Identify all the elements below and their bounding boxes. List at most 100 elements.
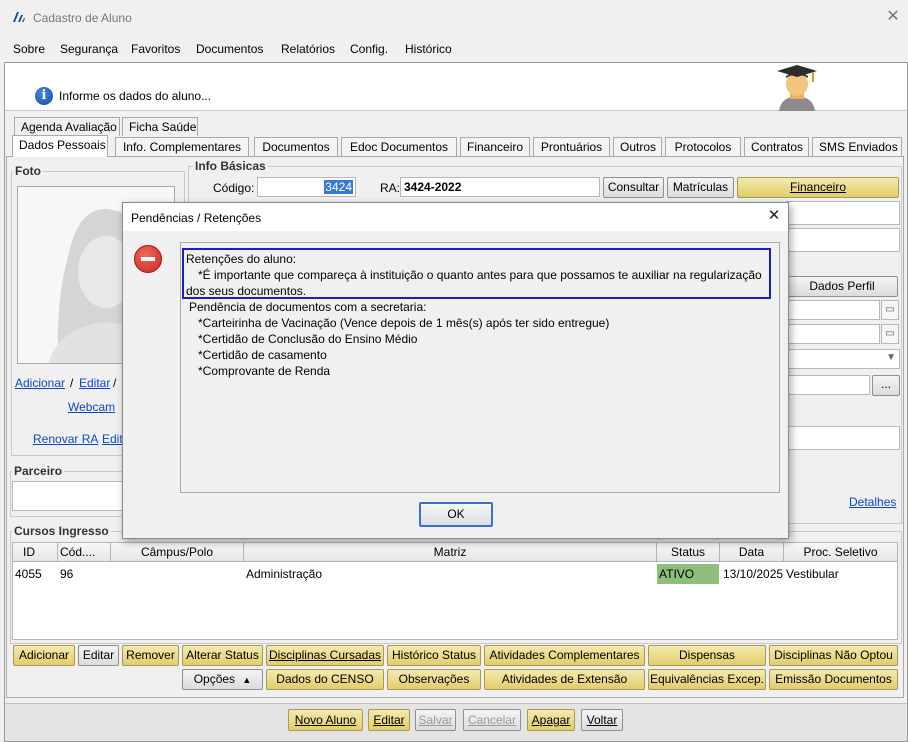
tab-ficha-saude[interactable]: Ficha Saúde: [122, 117, 198, 136]
ok-button[interactable]: OK: [419, 502, 493, 527]
tab-agenda-avaliacao[interactable]: Agenda Avaliação: [14, 117, 120, 136]
date-field-1[interactable]: [786, 300, 880, 320]
calendar-icon-1[interactable]: ▭: [881, 300, 899, 320]
editar-curso-button[interactable]: Editar: [78, 645, 119, 666]
caret-up-icon: ▲: [242, 675, 252, 685]
emissao-documentos-button[interactable]: Emissão Documentos: [769, 669, 898, 690]
pendencia-item: *Carteirinha de Vacinação (Vence depois …: [198, 316, 610, 330]
tab-protocolos[interactable]: Protocolos: [665, 137, 741, 156]
menu-documentos[interactable]: Documentos: [196, 42, 263, 56]
info-banner: i Informe os dados do aluno...: [5, 63, 907, 111]
info-field-2[interactable]: [786, 228, 900, 252]
tab-financeiro[interactable]: Financeiro: [460, 137, 530, 156]
error-icon-bar: [141, 257, 155, 261]
menu-historico[interactable]: Histórico: [405, 42, 452, 56]
renovar-ra-link[interactable]: Renovar RA: [33, 432, 98, 446]
disciplinas-nao-optou-button[interactable]: Disciplinas Não Optou: [769, 645, 898, 666]
cell-data: 13/10/2025: [723, 567, 784, 581]
apagar-button[interactable]: Apagar: [527, 709, 575, 731]
observacoes-button[interactable]: Observações: [387, 669, 481, 690]
disciplinas-cursadas-button[interactable]: Disciplinas Cursadas: [266, 645, 384, 666]
dropdown-field[interactable]: ▼: [786, 349, 900, 369]
alterar-status-button[interactable]: Alterar Status: [182, 645, 263, 666]
foto-webcam-link[interactable]: Webcam: [68, 400, 115, 414]
table-row[interactable]: 4055 96 Administração ATIVO 13/10/2025 V…: [13, 543, 897, 585]
retencoes-line-2: dos seus documentos.: [186, 284, 307, 298]
ra-field[interactable]: 3424-2022: [400, 177, 600, 197]
matriculas-button[interactable]: Matrículas: [667, 177, 734, 198]
foto-edit-link[interactable]: Edit: [102, 432, 123, 446]
editar-aluno-button[interactable]: Editar: [368, 709, 410, 731]
retencoes-title: Retenções do aluno:: [186, 252, 297, 266]
search-field[interactable]: [786, 375, 870, 395]
cursos-table: ID Cód.... Câmpus/Polo Matriz Status Dat…: [12, 542, 898, 640]
foto-adicionar-link[interactable]: Adicionar: [15, 376, 65, 390]
tab-sms-enviados[interactable]: SMS Enviados: [812, 137, 902, 156]
error-icon: [134, 245, 162, 273]
detalhes-link[interactable]: Detalhes: [849, 495, 896, 509]
dados-censo-button[interactable]: Dados do CENSO: [266, 669, 384, 690]
dialog-message-box: Retenções do aluno: *É importante que co…: [180, 242, 780, 493]
menu-sobre[interactable]: Sobre: [13, 42, 45, 56]
cell-campus: [111, 564, 113, 584]
cell-matriz: Administração: [246, 567, 323, 581]
tab-edoc-documentos[interactable]: Edoc Documentos: [341, 137, 457, 156]
menu-config[interactable]: Config.: [350, 42, 388, 56]
tab-dados-pessoais[interactable]: Dados Pessoais: [12, 135, 108, 157]
foto-separator-2: /: [113, 376, 117, 390]
foto-separator-1: /: [70, 376, 74, 390]
dialog-titlebar: Pendências / Retenções ✕: [123, 203, 788, 231]
pendencias-dialog: Pendências / Retenções ✕ Retenções do al…: [122, 202, 789, 539]
adicionar-curso-button[interactable]: Adicionar: [13, 645, 75, 666]
chevron-down-icon: ▼: [886, 352, 896, 363]
voltar-button[interactable]: Voltar: [581, 709, 623, 731]
cursos-group-title: Cursos Ingresso: [12, 524, 111, 538]
cell-id: 4055: [15, 567, 42, 581]
historico-status-button[interactable]: Histórico Status: [387, 645, 481, 666]
cell-cod: 96: [60, 567, 74, 581]
codigo-field[interactable]: 3424: [257, 177, 356, 197]
dados-perfil-button[interactable]: Dados Perfil: [786, 276, 898, 297]
info-field-1[interactable]: [786, 201, 900, 225]
foto-editar-link[interactable]: Editar: [79, 376, 110, 390]
dialog-close-icon[interactable]: ✕: [767, 208, 781, 223]
info-field-3[interactable]: [786, 426, 900, 450]
window-title: Cadastro de Aluno: [33, 11, 132, 25]
calendar-icon-2[interactable]: ▭: [881, 324, 899, 344]
pendencias-title: Pendência de documentos com a secretaria…: [189, 300, 427, 314]
opcoes-button[interactable]: Opções ▲: [182, 669, 263, 690]
remover-curso-button[interactable]: Remover: [122, 645, 179, 666]
salvar-button[interactable]: Salvar: [415, 709, 456, 731]
novo-aluno-button[interactable]: Novo Aluno: [288, 709, 363, 731]
cancelar-button[interactable]: Cancelar: [463, 709, 521, 731]
pendencia-item: *Certidão de casamento: [198, 348, 327, 362]
date-field-2[interactable]: [786, 324, 880, 344]
tab-info-complementares[interactable]: Info. Complementares: [115, 137, 249, 156]
info-text: Informe os dados do aluno...: [59, 89, 212, 103]
parceiro-group-title: Parceiro: [12, 464, 65, 478]
title-bar: Cadastro de Aluno ✕: [0, 0, 908, 36]
atividades-extensao-button[interactable]: Atividades de Extensão: [484, 669, 645, 690]
tab-contratos[interactable]: Contratos: [744, 137, 809, 156]
equivalencias-button[interactable]: Equivalências Excep.: [648, 669, 766, 690]
opcoes-label: Opções: [193, 672, 236, 686]
info-basicas-title: Info Básicas: [193, 159, 268, 173]
dispensas-button[interactable]: Dispensas: [648, 645, 766, 666]
tab-documentos[interactable]: Documentos: [254, 137, 338, 156]
menu-seguranca[interactable]: Segurança: [60, 42, 118, 56]
financeiro-button[interactable]: Financeiro: [737, 177, 899, 198]
info-icon: i: [35, 87, 53, 105]
consultar-button[interactable]: Consultar: [603, 177, 664, 198]
cell-status: ATIVO: [657, 564, 719, 584]
tab-outros[interactable]: Outros: [613, 137, 662, 156]
graduate-avatar-icon: [773, 65, 821, 111]
retencoes-line-1: *É importante que compareça à instituiçã…: [198, 268, 762, 282]
atividades-complementares-button[interactable]: Atividades Complementares: [484, 645, 645, 666]
close-window-icon[interactable]: ✕: [886, 9, 900, 25]
menu-favoritos[interactable]: Favoritos: [131, 42, 180, 56]
menu-relatorios[interactable]: Relatórios: [281, 42, 335, 56]
ellipsis-button[interactable]: ...: [872, 375, 900, 396]
tab-prontuarios[interactable]: Prontuários: [533, 137, 610, 156]
ra-label: RA:: [380, 181, 401, 195]
pendencia-item: *Certidão de Conclusão do Ensino Médio: [198, 332, 418, 346]
